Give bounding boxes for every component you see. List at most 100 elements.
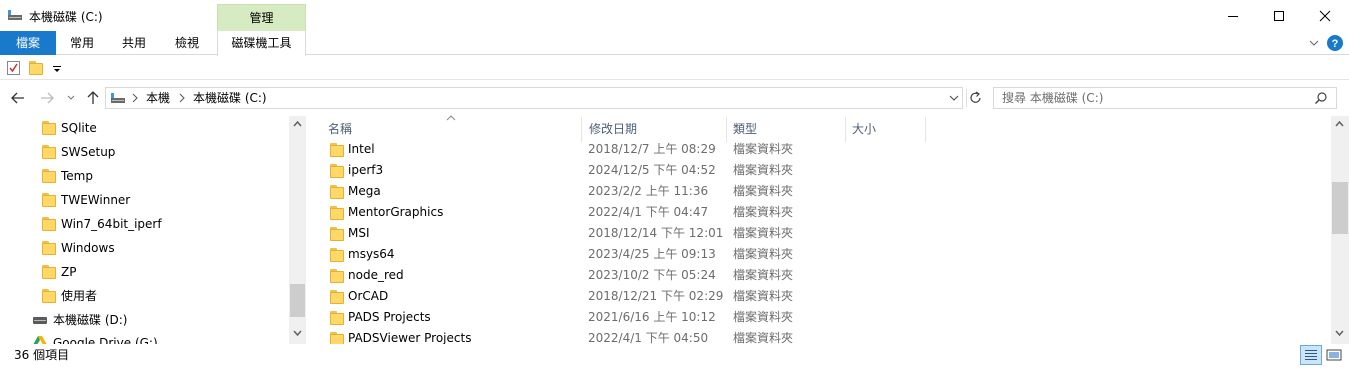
chevron-up-icon[interactable] bbox=[1334, 119, 1345, 129]
tab-file[interactable]: 檔案 bbox=[0, 31, 56, 55]
chevron-right-icon bbox=[132, 93, 138, 103]
nav-item-label: SQlite bbox=[61, 121, 97, 135]
up-button[interactable] bbox=[85, 90, 101, 106]
tab-home[interactable]: 常用 bbox=[60, 31, 104, 55]
folder-icon bbox=[330, 311, 344, 325]
folder-icon bbox=[42, 145, 56, 159]
file-row[interactable]: MSI 2018/12/14 下午 12:01 檔案資料夾 bbox=[320, 223, 1320, 244]
nav-item-win7-64bit-iperf[interactable]: Win7_64bit_iperf bbox=[0, 212, 288, 236]
close-icon bbox=[1319, 10, 1331, 21]
file-name: Mega bbox=[348, 184, 381, 198]
file-type: 檔案資料夾 bbox=[733, 226, 794, 240]
nav-item-twewinner[interactable]: TWEWinner bbox=[0, 188, 288, 212]
folder-icon bbox=[330, 185, 344, 199]
folder-icon bbox=[330, 143, 344, 157]
file-row[interactable]: OrCAD 2018/12/21 下午 02:29 檔案資料夾 bbox=[320, 286, 1320, 307]
folder-icon bbox=[330, 164, 344, 178]
arrow-up-icon bbox=[87, 91, 99, 104]
nav-item-label: TWEWinner bbox=[61, 193, 131, 207]
ribbon-expand-button[interactable] bbox=[1307, 36, 1321, 50]
nav-item-windows[interactable]: Windows bbox=[0, 236, 288, 260]
help-button[interactable]: ? bbox=[1327, 35, 1343, 51]
file-date: 2023/4/25 上午 09:13 bbox=[588, 247, 716, 261]
nav-item-users[interactable]: 使用者 bbox=[0, 284, 288, 308]
details-view-icon bbox=[1305, 350, 1317, 360]
minimize-button[interactable] bbox=[1210, 0, 1256, 31]
nav-item-temp[interactable]: Temp bbox=[0, 164, 288, 188]
details-view-button[interactable] bbox=[1300, 345, 1322, 365]
quick-access-toolbar bbox=[0, 56, 1349, 80]
nav-item-zp[interactable]: ZP bbox=[0, 260, 288, 284]
file-name: msys64 bbox=[348, 247, 395, 261]
drive-icon bbox=[111, 93, 125, 103]
nav-item-label: 使用者 bbox=[61, 289, 98, 303]
file-date: 2022/4/1 下午 04:47 bbox=[588, 205, 709, 219]
close-button[interactable] bbox=[1302, 0, 1348, 31]
nav-item-label: Windows bbox=[61, 241, 115, 255]
breadcrumb-this-pc[interactable]: 本機 bbox=[146, 90, 170, 106]
file-type: 檔案資料夾 bbox=[733, 331, 794, 344]
tab-drive-tools[interactable]: 磁碟機工具 bbox=[217, 31, 306, 56]
address-history-button[interactable] bbox=[948, 92, 960, 104]
file-type: 檔案資料夾 bbox=[733, 205, 794, 219]
refresh-button[interactable] bbox=[966, 89, 984, 107]
forward-button[interactable] bbox=[39, 90, 55, 106]
file-name: MentorGraphics bbox=[348, 205, 444, 219]
file-type: 檔案資料夾 bbox=[733, 310, 794, 324]
file-type: 檔案資料夾 bbox=[733, 247, 794, 261]
chevron-right-icon bbox=[179, 93, 185, 103]
properties-button[interactable] bbox=[7, 61, 20, 75]
breadcrumb-drive-c[interactable]: 本機磁碟 (C:) bbox=[193, 90, 267, 106]
large-icons-view-icon bbox=[1326, 349, 1342, 361]
folder-icon bbox=[330, 248, 344, 262]
file-name: MSI bbox=[348, 226, 370, 240]
maximize-button[interactable] bbox=[1256, 0, 1302, 31]
nav-item-label: Temp bbox=[61, 169, 93, 183]
nav-item-swsetup[interactable]: SWSetup bbox=[0, 140, 288, 164]
chevron-down-icon[interactable] bbox=[292, 328, 303, 338]
file-row[interactable]: PADS Projects 2021/6/16 上午 10:12 檔案資料夾 bbox=[320, 307, 1320, 328]
tab-view[interactable]: 檢視 bbox=[165, 31, 209, 55]
back-button[interactable] bbox=[10, 90, 26, 106]
minimize-icon bbox=[1228, 15, 1238, 17]
folder-icon bbox=[42, 121, 56, 135]
arrow-right-icon bbox=[41, 92, 54, 104]
tab-share[interactable]: 共用 bbox=[112, 31, 156, 55]
file-type: 檔案資料夾 bbox=[733, 184, 794, 198]
customize-qat-button[interactable] bbox=[52, 63, 62, 73]
nav-scrollbar-thumb[interactable] bbox=[290, 284, 305, 317]
file-row[interactable]: node_red 2023/10/2 下午 05:24 檔案資料夾 bbox=[320, 265, 1320, 286]
file-name: OrCAD bbox=[348, 289, 389, 303]
file-date: 2022/4/1 下午 04:50 bbox=[588, 331, 709, 344]
file-row[interactable]: Intel 2018/12/7 上午 08:29 檔案資料夾 bbox=[320, 139, 1320, 160]
content-scrollbar-thumb[interactable] bbox=[1332, 182, 1348, 234]
file-row[interactable]: msys64 2023/4/25 上午 09:13 檔案資料夾 bbox=[320, 244, 1320, 265]
recent-locations-button[interactable] bbox=[65, 92, 77, 104]
contextual-tab-group-manage[interactable]: 管理 bbox=[217, 4, 306, 31]
help-icon: ? bbox=[1327, 35, 1343, 51]
new-folder-button[interactable] bbox=[29, 61, 43, 75]
dropdown-arrow-icon bbox=[53, 66, 61, 72]
file-type: 檔案資料夾 bbox=[733, 142, 794, 156]
file-row[interactable]: iperf3 2024/12/5 下午 04:52 檔案資料夾 bbox=[320, 160, 1320, 181]
file-type: 檔案資料夾 bbox=[733, 268, 794, 282]
folder-icon bbox=[330, 227, 344, 241]
file-date: 2023/10/2 下午 05:24 bbox=[588, 268, 716, 282]
file-row[interactable]: Mega 2023/2/2 上午 11:36 檔案資料夾 bbox=[320, 181, 1320, 202]
file-row[interactable]: PADSViewer Projects 2022/4/1 下午 04:50 檔案… bbox=[320, 328, 1320, 344]
folder-icon bbox=[42, 241, 56, 255]
sort-ascending-icon bbox=[446, 115, 456, 121]
status-bar bbox=[0, 344, 1349, 369]
search-input[interactable]: 搜尋 本機磁碟 (C:) bbox=[1002, 90, 1103, 106]
nav-item-drive-d[interactable]: 本機磁碟 (D:) bbox=[0, 308, 288, 332]
nav-item-sqlite[interactable]: SQlite bbox=[0, 116, 288, 140]
chevron-down-icon bbox=[1309, 40, 1319, 46]
nav-item-label: SWSetup bbox=[61, 145, 116, 159]
chevron-up-icon[interactable] bbox=[292, 119, 303, 129]
nav-item-google-drive[interactable]: Google Drive (G:) bbox=[0, 332, 288, 344]
large-icons-view-button[interactable] bbox=[1324, 345, 1344, 365]
file-row[interactable]: MentorGraphics 2022/4/1 下午 04:47 檔案資料夾 bbox=[320, 202, 1320, 223]
chevron-down-icon[interactable] bbox=[1334, 328, 1345, 338]
file-date: 2018/12/14 下午 12:01 bbox=[588, 226, 724, 240]
file-name: Intel bbox=[348, 142, 375, 156]
